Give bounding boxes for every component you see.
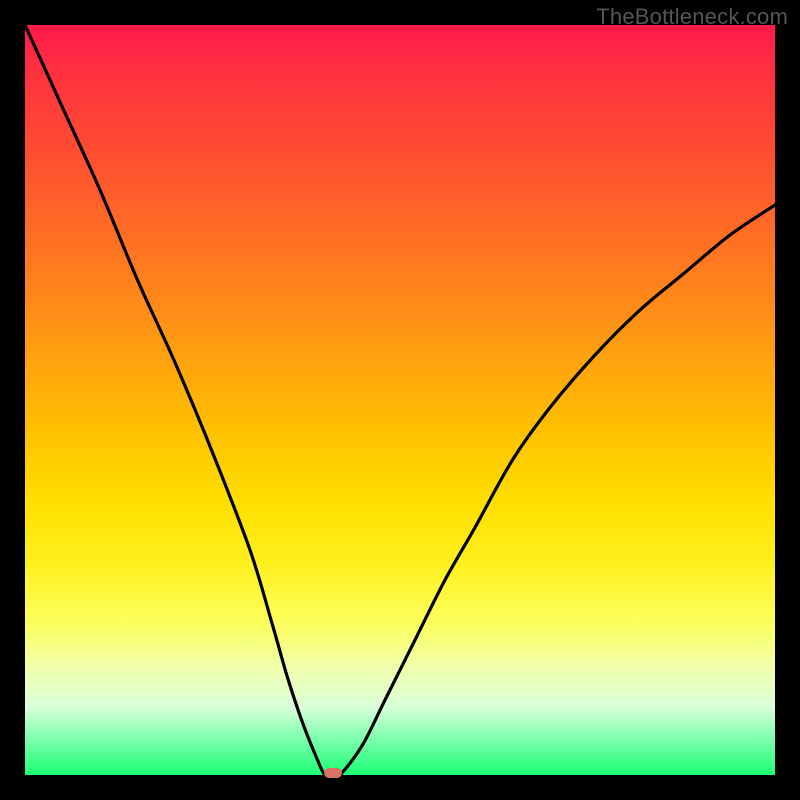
chart-frame: TheBottleneck.com [0, 0, 800, 800]
bottleneck-curve [25, 25, 775, 775]
curve-svg [25, 25, 775, 775]
plot-area [25, 25, 775, 775]
optimal-point-marker [324, 768, 342, 778]
